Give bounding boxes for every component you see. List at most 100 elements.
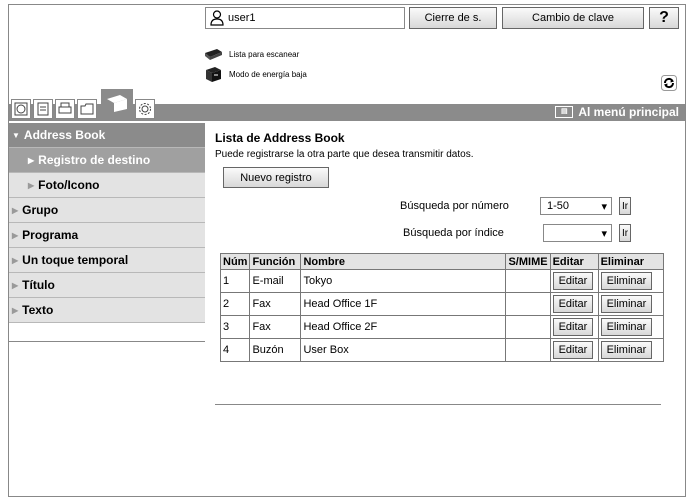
printer-icon — [206, 67, 221, 82]
sidebar-item-texto[interactable]: ▶ Texto — [9, 298, 205, 323]
tab-box[interactable] — [33, 99, 53, 119]
cell-function: Fax — [250, 316, 301, 338]
cell-smime — [506, 293, 550, 315]
search-number-value: 1-50 — [547, 200, 570, 212]
gear-icon — [139, 103, 151, 115]
refresh-icon[interactable] — [661, 75, 677, 91]
edit-button[interactable]: Editar — [552, 341, 594, 359]
sidebar-item-un-toque[interactable]: ▶ Un toque temporal — [9, 248, 205, 273]
dropdown-arrow-icon: ▾ — [601, 227, 607, 240]
search-number-go-button[interactable]: Ir — [619, 197, 631, 215]
scanner-icon — [205, 49, 222, 60]
tab-settings[interactable] — [135, 99, 155, 119]
cell-function: Buzón — [250, 339, 301, 361]
main-content: Lista de Address Book Puede registrarse … — [215, 123, 675, 405]
logout-button[interactable]: Cierre de s. — [409, 7, 497, 29]
triangle-down-icon: ▼ — [12, 130, 20, 140]
table-row: 3 Fax Head Office 2F Editar Eliminar — [221, 316, 663, 338]
user-icon — [210, 10, 224, 26]
sidebar-item-grupo[interactable]: ▶ Grupo — [9, 198, 205, 223]
triangle-right-icon: ▶ — [12, 255, 19, 265]
sidebar-item-label: Grupo — [22, 203, 59, 217]
cell-num: 2 — [221, 293, 250, 315]
sidebar-item-registro[interactable]: ▶ Registro de destino — [9, 148, 205, 173]
sidebar-item-label: Address Book — [23, 128, 106, 142]
sidebar-item-label: Registro de destino — [38, 153, 151, 167]
sidebar-item-label: Un toque temporal — [22, 253, 129, 267]
search-number-select[interactable]: 1-50 ▾ — [540, 197, 612, 215]
cell-function: E-mail — [250, 270, 301, 292]
cell-name: User Box — [301, 339, 506, 361]
user-name: user1 — [228, 12, 256, 24]
user-display: user1 — [205, 7, 405, 29]
triangle-right-icon: ▶ — [12, 205, 19, 215]
edit-button[interactable]: Editar — [552, 295, 594, 313]
folder-icon — [80, 103, 94, 115]
scan-icon — [107, 95, 127, 112]
triangle-right-icon: ▶ — [12, 230, 19, 240]
cell-smime — [506, 339, 550, 361]
content-divider — [215, 404, 661, 405]
address-book-table: Núm Función Nombre S/MIME Editar Elimina… — [220, 253, 664, 362]
new-entry-button[interactable]: Nuevo registro — [223, 167, 329, 188]
cell-smime — [506, 316, 550, 338]
col-header-smime: S/MIME — [506, 254, 550, 269]
browser-frame: user1 Cierre de s. Cambio de clave ? Lis… — [8, 4, 686, 497]
search-number-label: Búsqueda por número — [400, 200, 509, 212]
tab-system[interactable] — [11, 99, 31, 119]
cell-num: 1 — [221, 270, 250, 292]
sidebar-item-titulo[interactable]: ▶ Título — [9, 273, 205, 298]
scanner-status-text: Lista para escanear — [229, 49, 300, 59]
sidebar-item-programa[interactable]: ▶ Programa — [9, 223, 205, 248]
energy-status-text: Modo de energía baja — [229, 69, 307, 79]
cell-name: Tokyo — [301, 270, 506, 292]
edit-button[interactable]: Editar — [552, 318, 594, 336]
cell-name: Head Office 1F — [301, 293, 506, 315]
dropdown-arrow-icon: ▾ — [601, 200, 607, 213]
triangle-right-icon: ▶ — [28, 155, 35, 165]
document-icon — [37, 102, 49, 116]
change-password-button[interactable]: Cambio de clave — [502, 7, 644, 29]
search-index-select[interactable]: ▾ — [543, 224, 612, 242]
sidebar-item-address-book[interactable]: ▼ Address Book — [9, 123, 205, 148]
col-header-name: Nombre — [301, 254, 506, 269]
tab-store-address[interactable] — [77, 99, 97, 119]
main-menu-link[interactable]: ▤ Al menú principal — [555, 105, 679, 119]
col-header-num: Núm — [221, 254, 250, 269]
print-icon — [58, 102, 72, 114]
table-row: 1 E-mail Tokyo Editar Eliminar — [221, 270, 663, 292]
energy-status: Modo de energía baja — [203, 65, 307, 83]
sidebar: ▼ Address Book ▶ Registro de destino ▶ F… — [9, 123, 205, 342]
sidebar-item-label: Texto — [22, 303, 54, 317]
delete-button[interactable]: Eliminar — [600, 272, 653, 290]
page-description: Puede registrarse la otra parte que dese… — [215, 149, 474, 160]
sidebar-item-label: Foto/Icono — [38, 178, 100, 192]
tab-direct-print[interactable] — [55, 99, 75, 119]
triangle-right-icon: ▶ — [28, 180, 35, 190]
cell-num: 4 — [221, 339, 250, 361]
tab-scan[interactable] — [101, 89, 133, 115]
col-header-function: Función — [250, 254, 301, 269]
main-menu-label: Al menú principal — [578, 105, 679, 119]
sidebar-divider — [9, 341, 205, 342]
col-header-edit: Editar — [550, 254, 598, 269]
edit-button[interactable]: Editar — [552, 272, 594, 290]
cell-function: Fax — [250, 293, 301, 315]
search-index-label: Búsqueda por índice — [403, 227, 504, 239]
table-row: 4 Buzón User Box Editar Eliminar — [221, 339, 663, 361]
cell-num: 3 — [221, 316, 250, 338]
page-title: Lista de Address Book — [215, 131, 345, 145]
triangle-right-icon: ▶ — [12, 280, 19, 290]
sidebar-item-label: Título — [22, 278, 55, 292]
delete-button[interactable]: Eliminar — [600, 318, 653, 336]
cell-smime — [506, 270, 550, 292]
delete-button[interactable]: Eliminar — [600, 295, 653, 313]
search-index-go-button[interactable]: Ir — [619, 224, 631, 242]
cell-name: Head Office 2F — [301, 316, 506, 338]
scanner-status: Lista para escanear — [203, 47, 299, 61]
col-header-delete: Eliminar — [598, 254, 663, 269]
sidebar-item-foto[interactable]: ▶ Foto/Icono — [9, 173, 205, 198]
delete-button[interactable]: Eliminar — [600, 341, 653, 359]
menu-icon: ▤ — [555, 106, 574, 118]
help-button[interactable]: ? — [649, 7, 679, 29]
